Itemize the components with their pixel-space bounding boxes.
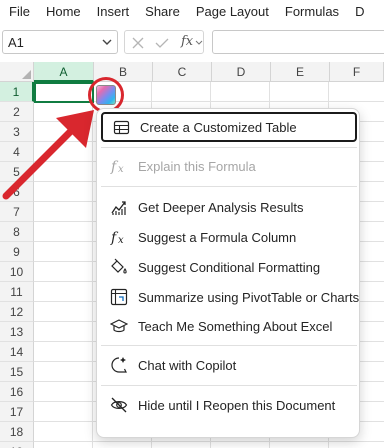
column-header-a[interactable]: A [34,62,94,82]
menu-separator [101,385,357,386]
column-header-e[interactable]: E [271,62,330,82]
svg-text:x: x [118,164,124,175]
menu-item-label: Teach Me Something About Excel [138,318,333,334]
graduation-cap-icon [109,316,129,336]
menu-item-teach-me[interactable]: Teach Me Something About Excel [101,311,357,341]
row-header[interactable]: 14 [0,342,34,362]
menu-insert[interactable]: Insert [89,4,138,19]
column-header-d[interactable]: D [212,62,271,82]
menu-home[interactable]: Home [38,4,89,19]
menu-item-label: Get Deeper Analysis Results [138,199,304,215]
row-header[interactable]: 10 [0,262,34,282]
menu-page-layout[interactable]: Page Layout [188,4,277,19]
row-header[interactable]: 8 [0,222,34,242]
row-header[interactable]: 13 [0,322,34,342]
insert-function-button[interactable]: fx [181,34,193,49]
row-header[interactable]: 1 [0,82,34,102]
menu-file[interactable]: File [0,4,38,19]
menu-item-label: Chat with Copilot [138,357,237,373]
row-header[interactable]: 19 [0,442,34,448]
menu-item-label: Summarize using PivotTable or Charts [138,289,360,305]
menu-item-label: Suggest a Formula Column [138,229,297,245]
row-header[interactable]: 11 [0,282,34,302]
menu-item-suggest-formula-column[interactable]: fx Suggest a Formula Column [101,222,357,252]
menu-formulas[interactable]: Formulas [277,4,347,19]
menu-item-conditional-formatting[interactable]: Suggest Conditional Formatting [101,252,357,282]
menu-item-explain-formula[interactable]: fx Explain this Formula [101,151,357,181]
menu-item-summarize-pivottable[interactable]: Summarize using PivotTable or Charts [101,282,360,312]
chevron-down-icon[interactable] [101,36,113,48]
menu-bar: File Home Insert Share Page Layout Formu… [0,0,384,22]
cancel-icon[interactable] [131,36,145,50]
name-box[interactable]: A1 [2,30,118,54]
copilot-context-menu: Create a Customized Table fx Explain thi… [96,108,360,438]
menu-item-label: Hide until I Reopen this Document [138,397,336,413]
menu-item-chat-copilot[interactable]: Chat with Copilot [101,350,357,380]
menu-separator [101,345,357,346]
menu-share[interactable]: Share [137,4,188,19]
table-icon [111,117,131,137]
menu-item-label: Explain this Formula [138,158,256,174]
svg-text:x: x [118,235,124,246]
row-header[interactable]: 18 [0,422,34,442]
select-all-icon [22,70,31,79]
eye-off-icon [109,395,129,415]
function-icon: fx [109,227,129,247]
menu-data[interactable]: D [347,4,372,19]
formula-bar: A1 fx [0,28,384,56]
select-all-corner[interactable] [0,62,34,82]
row-header[interactable]: 16 [0,382,34,402]
row-header[interactable]: 12 [0,302,34,322]
menu-separator [101,147,357,148]
column-header-f[interactable]: F [330,62,384,82]
analysis-chart-icon [109,197,129,217]
menu-item-hide-until-reopen[interactable]: Hide until I Reopen this Document [101,390,357,420]
name-box-value: A1 [8,35,24,50]
chevron-down-icon[interactable] [195,39,203,47]
menu-item-deeper-analysis[interactable]: Get Deeper Analysis Results [101,192,357,222]
row-header[interactable]: 17 [0,402,34,422]
column-header-c[interactable]: C [153,62,212,82]
menu-item-create-customized-table[interactable]: Create a Customized Table [101,112,357,142]
menu-separator [101,186,357,187]
function-icon: fx [109,156,129,176]
menu-item-label: Suggest Conditional Formatting [138,259,321,275]
row-header[interactable]: 9 [0,242,34,262]
formula-input[interactable] [212,30,384,54]
pivot-table-icon [109,287,129,307]
formula-actions: fx [124,30,204,54]
chat-sparkle-icon [109,355,129,375]
annotation-arrow [2,110,94,200]
paint-bucket-icon [109,257,129,277]
menu-item-label: Create a Customized Table [140,119,297,135]
confirm-icon[interactable] [155,36,169,50]
row-header[interactable]: 15 [0,362,34,382]
